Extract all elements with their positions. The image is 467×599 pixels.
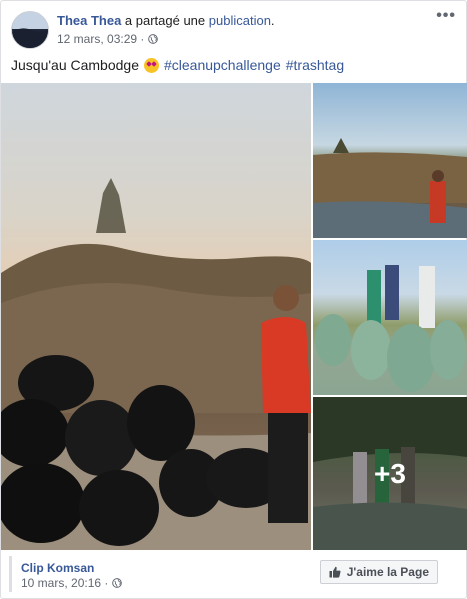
globe-icon	[112, 578, 123, 588]
post-timestamp[interactable]: 12 mars, 03:29 ·	[57, 32, 144, 46]
post-caption: Jusqu'au Cambodge #cleanupchallenge #tra…	[11, 57, 344, 73]
source-timestamp[interactable]: 10 mars, 20:16 ·	[21, 576, 108, 590]
main-photo[interactable]	[1, 83, 311, 550]
hashtag-trashtag[interactable]: #trashtag	[286, 57, 344, 73]
more-photos-count: +3	[374, 457, 406, 489]
gallery-photo-2[interactable]	[313, 83, 467, 238]
post-meta: 12 mars, 03:29 ·	[57, 32, 159, 46]
shared-text: a partagé une	[121, 13, 209, 28]
source-page-name[interactable]: Clip Komsan	[21, 561, 94, 575]
author-name[interactable]: Thea Thea	[57, 13, 121, 28]
globe-icon	[148, 34, 159, 44]
more-options-icon[interactable]: •••	[436, 7, 456, 25]
gallery-photo-4[interactable]: +3	[313, 397, 467, 550]
photo-field-icon	[313, 138, 467, 238]
more-photos-overlay[interactable]: +3	[313, 397, 467, 550]
gallery-photo-3[interactable]	[313, 240, 467, 395]
post-card: Thea Thea a partagé une publication. 12 …	[0, 0, 467, 599]
caption-text: Jusqu'au Cambodge	[11, 57, 139, 73]
like-page-label: J'aime la Page	[346, 565, 429, 579]
header-period: .	[270, 13, 275, 28]
avatar-image-icon	[12, 12, 48, 48]
thumbs-up-icon	[329, 566, 341, 578]
author-avatar[interactable]	[11, 11, 49, 49]
publication-link[interactable]: publication	[209, 13, 271, 28]
hashtag-cleanupchallenge[interactable]: #cleanupchallenge	[164, 57, 281, 73]
star-struck-emoji-icon	[143, 57, 159, 73]
photo-cleanup-main-icon	[1, 178, 311, 550]
shared-source-bar	[9, 556, 12, 592]
post-header: Thea Thea a partagé une publication.	[57, 13, 275, 28]
source-meta: 10 mars, 20:16 ·	[21, 576, 123, 590]
like-page-button[interactable]: J'aime la Page	[319, 560, 438, 584]
photo-group-bags-icon	[315, 265, 466, 392]
